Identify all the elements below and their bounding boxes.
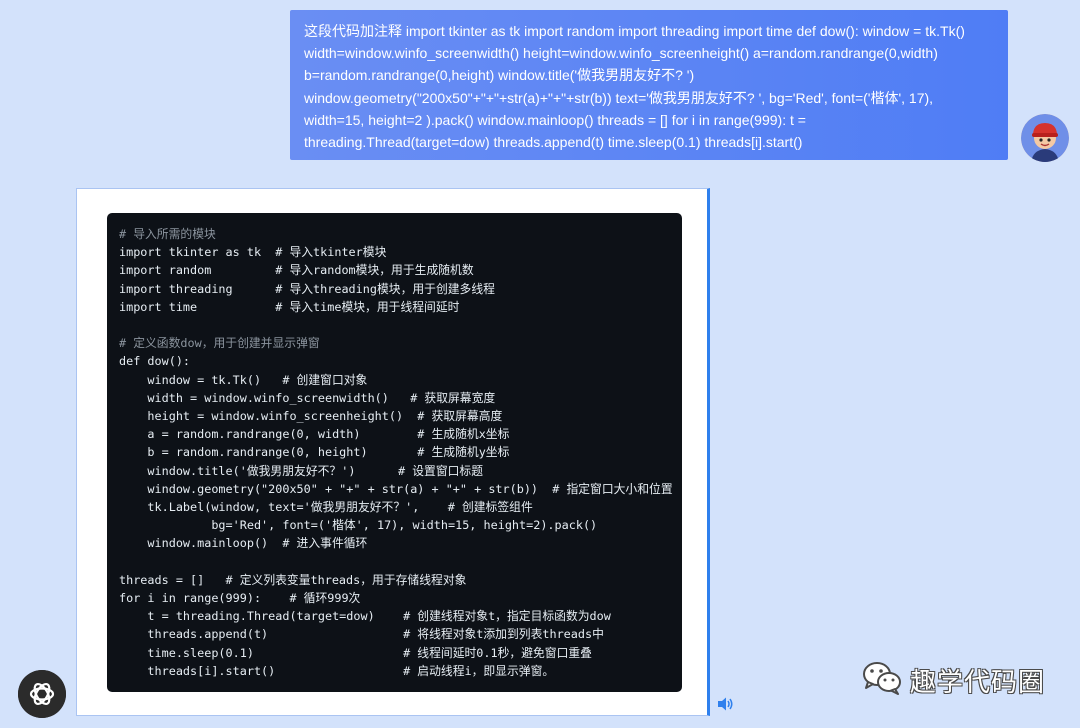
watermark-text: 趣学代码圈 [910, 667, 1046, 698]
user-message-line: 这段代码加注释 import tkinter as tk import rand… [304, 23, 965, 39]
user-message-line: window.geometry("200x50"+"+"+str(a)+"+"+… [304, 89, 934, 106]
code-line: for i in range(999): # 循环999次 [119, 591, 361, 606]
code-line: window.mainloop() # 进入事件循环 [119, 536, 368, 551]
code-line: b = random.randrange(0, height) # 生成随机y坐… [119, 445, 510, 460]
code-line: # 定义函数dow，用于创建并显示弹窗 [119, 336, 320, 351]
code-line: window.geometry("200x50" + "+" + str(a) … [119, 481, 673, 496]
user-message-line: threading.Thread(target=dow) threads.app… [304, 134, 803, 151]
code-line: t = threading.Thread(target=dow) # 创建线程对… [119, 609, 611, 624]
user-message-bubble: 这段代码加注释 import tkinter as tk import rand… [290, 10, 1008, 160]
user-message-line: width=15, height=2 ).pack() window.mainl… [304, 111, 806, 128]
assistant-reply-card: # 导入所需的模块 import tkinter as tk # 导入tkint… [76, 188, 710, 716]
code-line: threads = [] # 定义列表变量threads，用于存储线程对象 [119, 572, 467, 587]
user-avatar-icon [1021, 114, 1069, 162]
speaker-icon[interactable] [716, 696, 734, 712]
code-line: import threading # 导入threading模块，用于创建多线程 [119, 281, 495, 296]
code-line: # 导入所需的模块 [119, 227, 216, 241]
code-line: bg='Red', font=('楷体', 17), width=15, hei… [119, 518, 598, 533]
openai-logo-icon [18, 670, 66, 718]
code-line: import time # 导入time模块，用于线程间延时 [119, 299, 460, 314]
watermark: 趣学代码圈 [862, 660, 1045, 700]
code-block: # 导入所需的模块 import tkinter as tk # 导入tkint… [107, 213, 682, 692]
code-line: window = tk.Tk() # 创建窗口对象 [119, 372, 368, 387]
code-line: threads[i].start() # 启动线程i，即显示弹窗。 [119, 663, 555, 678]
code-line: import random # 导入random模块，用于生成随机数 [119, 263, 474, 278]
code-line: a = random.randrange(0, width) # 生成随机x坐标 [119, 427, 510, 442]
code-line: tk.Label(window, text='做我男朋友好不？', # 创建标签… [119, 500, 533, 515]
code-line: time.sleep(0.1) # 线程间延时0.1秒，避免窗口重叠 [119, 645, 592, 660]
code-line: window.title('做我男朋友好不？') # 设置窗口标题 [119, 463, 484, 478]
user-message-line: width=window.winfo_screenwidth() height=… [304, 45, 938, 62]
user-message-line: b=random.randrange(0,height) window.titl… [304, 67, 695, 84]
wechat-icon [862, 661, 902, 700]
code-line: import tkinter as tk # 导入tkinter模块 [119, 245, 387, 260]
code-line: threads.append(t) # 将线程对象t添加到列表threads中 [119, 627, 604, 642]
code-line: height = window.winfo_screenheight() # 获… [119, 409, 503, 424]
code-line: width = window.winfo_screenwidth() # 获取屏… [119, 390, 496, 405]
code-line: def dow(): [119, 354, 191, 369]
